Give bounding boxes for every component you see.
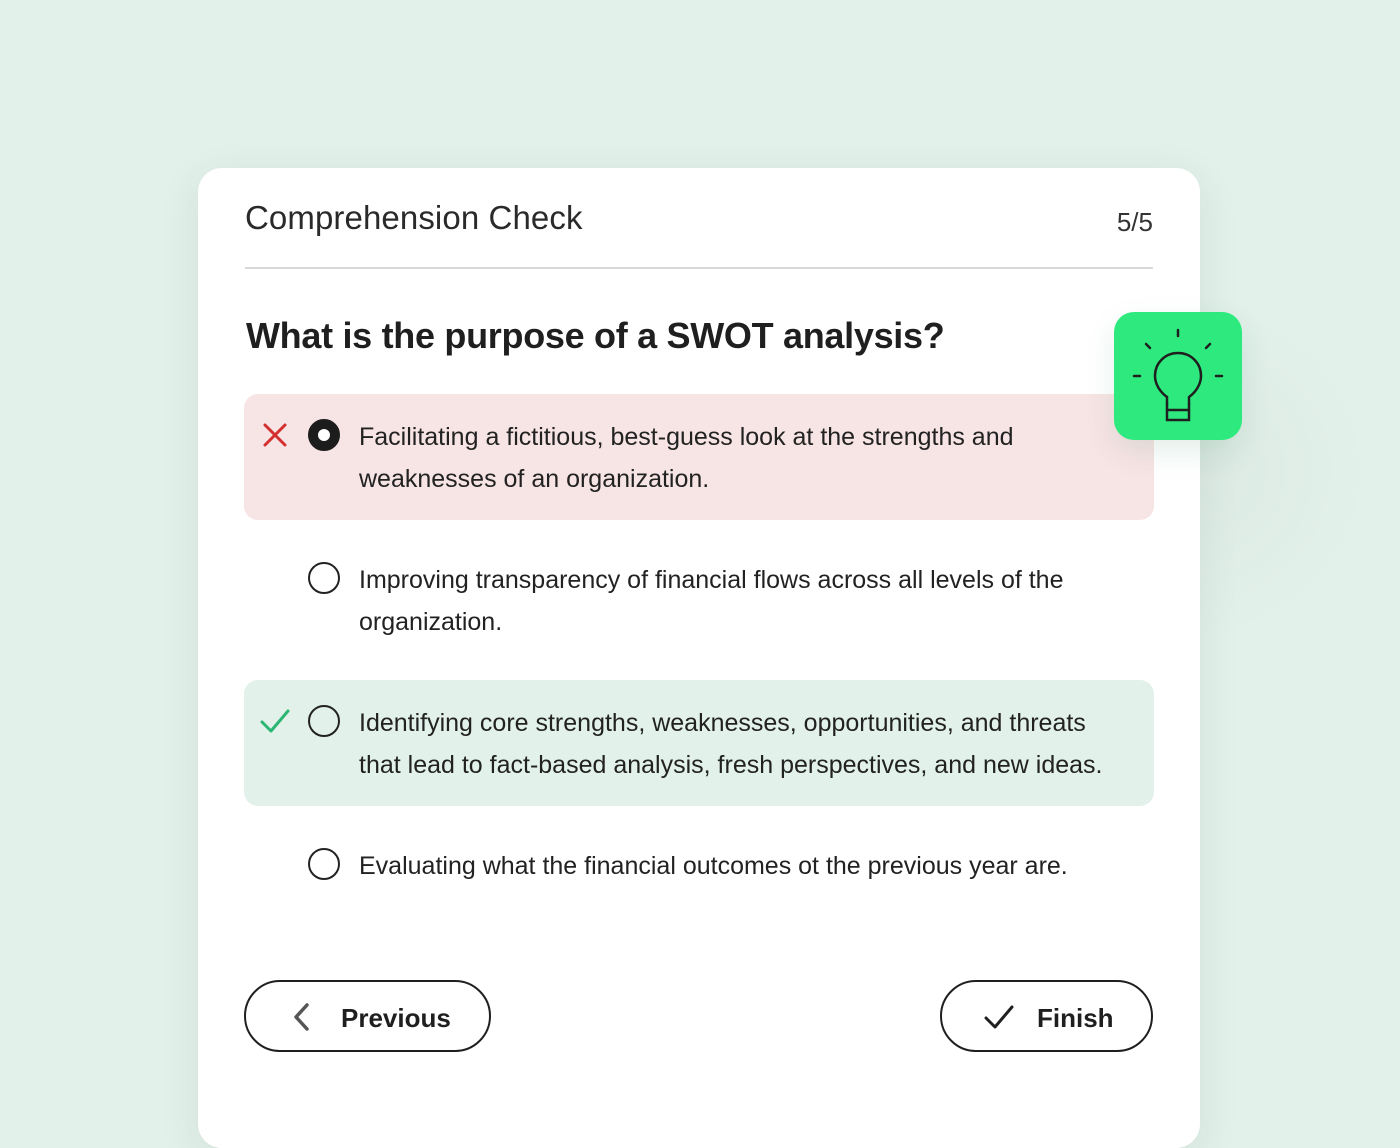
finish-button[interactable]: Finish <box>940 980 1153 1052</box>
card-title: Comprehension Check <box>245 199 583 236</box>
question-text: What is the purpose of a SWOT analysis? <box>246 315 945 356</box>
option-label: Improving transparency of financial flow… <box>359 566 1064 636</box>
radio-button-selected[interactable] <box>308 419 340 451</box>
quiz-card: Comprehension Check 5/5 What is the purp… <box>198 168 1200 1148</box>
close-icon <box>263 423 287 447</box>
radio-button[interactable] <box>308 848 340 880</box>
chevron-left-icon <box>294 1003 309 1031</box>
lightbulb-icon <box>1132 328 1224 422</box>
radio-button[interactable] <box>308 705 340 737</box>
hint-button[interactable] <box>1114 312 1242 440</box>
previous-button[interactable]: Previous <box>244 980 491 1052</box>
previous-button-label: Previous <box>341 1003 451 1033</box>
option-label: Identifying core strengths, weaknesses, … <box>359 709 1103 779</box>
finish-button-label: Finish <box>1037 1003 1114 1033</box>
question-counter: 5/5 <box>1116 207 1153 237</box>
option-label: Evaluating what the financial outcomes o… <box>359 852 1068 880</box>
check-icon <box>984 1005 1014 1029</box>
answer-option-1[interactable]: Facilitating a fictitious, best-guess lo… <box>244 394 1154 520</box>
answer-option-4[interactable]: Evaluating what the financial outcomes o… <box>244 823 1154 913</box>
answer-option-2[interactable]: Improving transparency of financial flow… <box>244 537 1154 663</box>
answer-options: Facilitating a fictitious, best-guess lo… <box>244 394 1154 930</box>
option-label: Facilitating a fictitious, best-guess lo… <box>359 423 1014 493</box>
answer-option-3[interactable]: Identifying core strengths, weaknesses, … <box>244 680 1154 806</box>
check-icon <box>260 709 290 733</box>
radio-button[interactable] <box>308 562 340 594</box>
card-header: Comprehension Check 5/5 <box>245 168 1153 269</box>
